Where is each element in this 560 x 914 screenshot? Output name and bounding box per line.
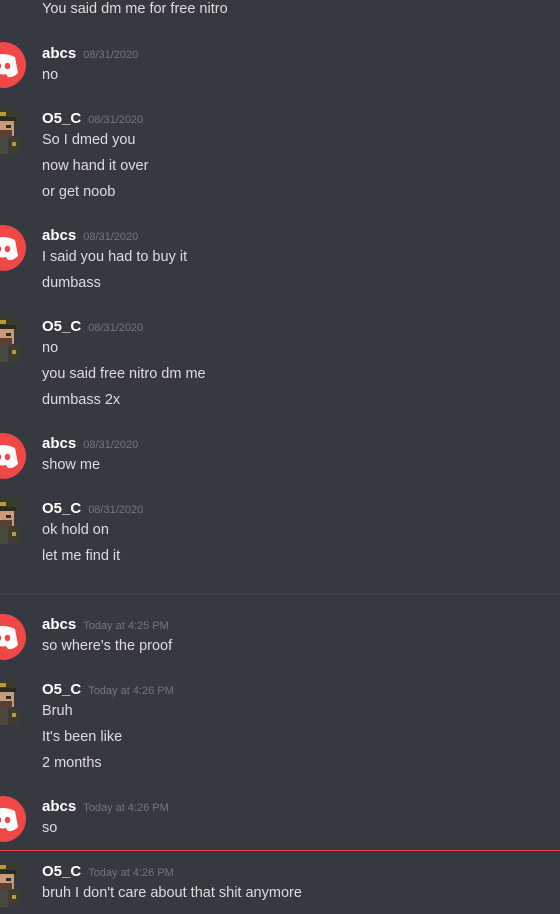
new-messages-divider: [0, 850, 560, 851]
message-header: abcs 08/31/2020: [42, 435, 138, 453]
timestamp: Today at 4:26 PM: [88, 685, 174, 697]
message-text: 2 months: [42, 755, 102, 771]
message-text: dumbass: [42, 275, 101, 291]
discord-default-avatar-icon[interactable]: [0, 796, 26, 842]
username[interactable]: abcs: [42, 227, 76, 244]
timestamp: 08/31/2020: [88, 322, 144, 334]
message-text: no: [42, 340, 59, 356]
date-divider: [0, 594, 560, 595]
timestamp: 08/31/2020: [88, 114, 144, 126]
soldier-avatar-icon[interactable]: [0, 108, 26, 154]
timestamp: 08/31/2020: [83, 231, 139, 243]
message-header: abcs Today at 4:26 PM: [42, 798, 169, 816]
message-header: abcs 08/31/2020: [42, 45, 138, 63]
message-header: O5_C Today at 4:26 PM: [42, 863, 174, 881]
message-text: Bruh: [42, 703, 73, 719]
message-text: It's been like: [42, 729, 123, 745]
username[interactable]: abcs: [42, 45, 76, 62]
message-header: O5_C Today at 4:26 PM: [42, 681, 174, 699]
message-header: O5_C 08/31/2020: [42, 318, 143, 336]
username[interactable]: abcs: [42, 616, 76, 633]
username[interactable]: O5_C: [42, 863, 81, 880]
timestamp: 08/31/2020: [88, 504, 144, 516]
message-text: I said you had to buy it: [42, 249, 188, 265]
message-text: bruh I don't care about that shit anymor…: [42, 885, 302, 901]
message-text: dumbass 2x: [42, 392, 121, 408]
timestamp: Today at 4:25 PM: [83, 620, 169, 632]
message-header: abcs 08/31/2020: [42, 227, 138, 245]
username[interactable]: abcs: [42, 435, 76, 452]
message-text: you said free nitro dm me: [42, 366, 206, 382]
message-text: show me: [42, 457, 101, 473]
message-text: so: [42, 820, 58, 836]
message-header: O5_C 08/31/2020: [42, 500, 143, 518]
message-text: now hand it over: [42, 158, 149, 174]
chat-log: You said dm me for free nitro abcs 08/31/…: [0, 0, 560, 914]
username[interactable]: O5_C: [42, 318, 81, 335]
message-text: So I dmed you: [42, 132, 136, 148]
soldier-avatar-icon[interactable]: [0, 679, 26, 725]
soldier-avatar-icon[interactable]: [0, 316, 26, 362]
message-text: or get noob: [42, 184, 116, 200]
message-text: let me find it: [42, 548, 121, 564]
timestamp: 08/31/2020: [83, 49, 139, 61]
username[interactable]: abcs: [42, 798, 76, 815]
discord-default-avatar-icon[interactable]: [0, 42, 26, 88]
timestamp: Today at 4:26 PM: [88, 867, 174, 879]
message-text: so where's the proof: [42, 638, 173, 654]
message-text: ok hold on: [42, 522, 109, 538]
message-header: abcs Today at 4:25 PM: [42, 616, 169, 634]
message-header: O5_C 08/31/2020: [42, 110, 143, 128]
username[interactable]: O5_C: [42, 500, 81, 517]
timestamp: Today at 4:26 PM: [83, 802, 169, 814]
discord-default-avatar-icon[interactable]: [0, 433, 26, 479]
soldier-avatar-icon[interactable]: [0, 861, 26, 907]
message-text: You said dm me for free nitro: [42, 1, 228, 17]
message-text: no: [42, 67, 59, 83]
soldier-avatar-icon[interactable]: [0, 498, 26, 544]
discord-default-avatar-icon[interactable]: [0, 614, 26, 660]
username[interactable]: O5_C: [42, 110, 81, 127]
timestamp: 08/31/2020: [83, 439, 139, 451]
username[interactable]: O5_C: [42, 681, 81, 698]
discord-default-avatar-icon[interactable]: [0, 225, 26, 271]
